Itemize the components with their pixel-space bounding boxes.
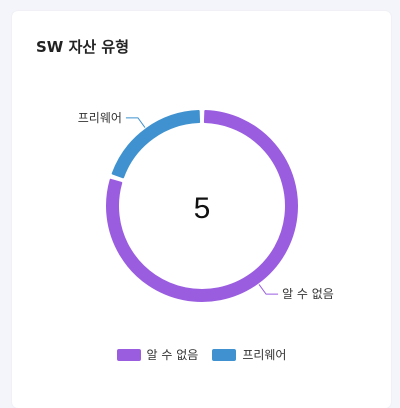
slice-freeware-callout-label: 프리웨어 [78, 111, 122, 125]
slice-freeware[interactable] [111, 110, 201, 179]
legend-item-unknown[interactable]: 알 수 없음 [116, 346, 199, 363]
legend-swatch-unknown [116, 348, 141, 361]
center-total-label: 5 [194, 192, 211, 225]
slice-freeware-callout-line [125, 117, 146, 128]
donut-chart: 알 수 없음 프리웨어 5 [78, 110, 334, 302]
chart-legend: 알 수 없음 프리웨어 [12, 346, 391, 363]
sw-asset-type-card: SW 자산 유형 알 수 없음 프리웨어 5 알 수 없음 프리웨어 [12, 11, 391, 408]
legend-swatch-freeware [212, 348, 237, 361]
legend-label-freeware: 프리웨어 [242, 348, 287, 362]
legend-item-freeware[interactable]: 프리웨어 [212, 346, 286, 363]
slice-unknown-callout-label: 알 수 없음 [282, 287, 334, 301]
legend-label-unknown: 알 수 없음 [146, 348, 199, 362]
slice-unknown-callout-line [258, 284, 279, 295]
